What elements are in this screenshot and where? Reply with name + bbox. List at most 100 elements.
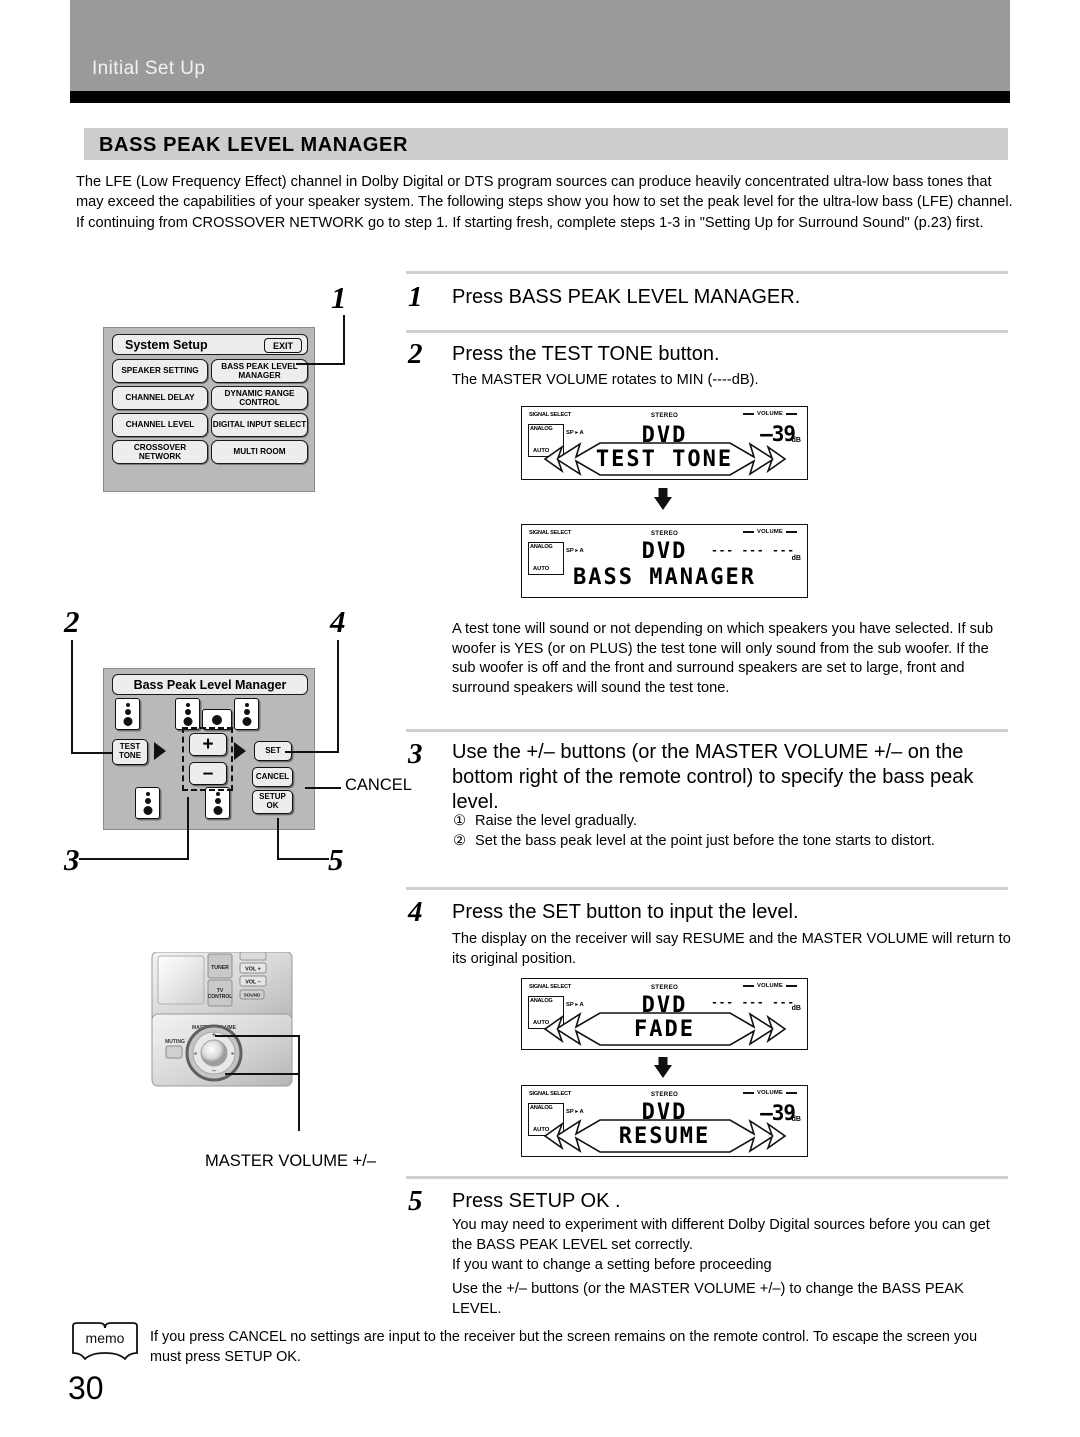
volume-dash-right bbox=[786, 413, 797, 415]
analog-label: ANALOG bbox=[530, 426, 553, 432]
display-bass-manager: SIGNAL SELECT ANALOG AUTO SP ▸ A STEREO … bbox=[521, 524, 808, 598]
memo-icon: memo bbox=[69, 1322, 141, 1364]
page-header-title: Initial Set Up bbox=[92, 58, 206, 79]
source-name: DVD bbox=[641, 539, 688, 564]
step-3-heading: Use the +/– buttons (or the MASTER VOLUM… bbox=[452, 741, 974, 813]
volume-label: VOLUME bbox=[757, 983, 783, 989]
exit-button[interactable]: EXIT bbox=[264, 338, 302, 353]
system-setup-title-label: System Setup bbox=[125, 338, 208, 352]
master-volume-caption: MASTER VOLUME +/– bbox=[205, 1152, 377, 1170]
svg-text:–: – bbox=[212, 1066, 217, 1075]
photo-leader-line-right bbox=[298, 1035, 300, 1074]
db-unit-label: dB bbox=[791, 1116, 801, 1123]
volume-indicator: VOLUME bbox=[743, 1090, 797, 1096]
auto-label: AUTO bbox=[533, 566, 550, 572]
flow-arrow-1 bbox=[654, 497, 672, 510]
db-unit-label: dB bbox=[791, 437, 801, 444]
step-2-heading: Press the TEST TONE button. bbox=[452, 343, 720, 365]
volume-indicator: VOLUME bbox=[743, 529, 797, 535]
svg-text:MUTING: MUTING bbox=[165, 1039, 185, 1045]
channel-delay-button[interactable]: CHANNEL DELAY bbox=[112, 386, 208, 410]
volume-dash-left bbox=[743, 413, 754, 415]
signal-select-label: SIGNAL SELECT bbox=[529, 1091, 572, 1097]
bass-peak-level-manager-button[interactable]: BASS PEAK LEVEL MANAGER bbox=[211, 359, 308, 383]
step-3-number: 3 bbox=[408, 738, 423, 770]
memo-text: If you press CANCEL no settings are inpu… bbox=[150, 1329, 978, 1365]
volume-label: VOLUME bbox=[757, 411, 783, 417]
speaker-icon-front-left bbox=[115, 698, 140, 730]
callout-line-1-vertical bbox=[343, 315, 345, 364]
display-message: FADE bbox=[634, 1017, 695, 1042]
svg-text:◂: ◂ bbox=[193, 1051, 196, 1057]
callout-number-4: 4 bbox=[330, 604, 346, 639]
callout-line-cancel bbox=[305, 787, 341, 789]
callout-number-1: 1 bbox=[331, 280, 347, 315]
list-text: Raise the level gradually. bbox=[475, 813, 637, 829]
remote-bass-peak-panel: Bass Peak Level Manager TEST TONE + – SE… bbox=[103, 668, 315, 830]
volume-dash-left bbox=[743, 985, 754, 987]
analog-label: ANALOG bbox=[530, 1105, 553, 1111]
step-5-subtext-1: You may need to experiment with differen… bbox=[452, 1217, 990, 1253]
callout-line-2-horizontal bbox=[71, 752, 112, 754]
callout-line-4-vertical bbox=[337, 640, 339, 752]
volume-level-value: --- --- --- bbox=[711, 996, 795, 1009]
digital-input-select-button[interactable]: DIGITAL INPUT SELECT bbox=[211, 413, 308, 437]
photo-leader-line-down bbox=[298, 1073, 300, 1131]
step-1-divider bbox=[406, 271, 1008, 274]
analog-label: ANALOG bbox=[530, 544, 553, 550]
channel-level-button[interactable]: CHANNEL LEVEL bbox=[112, 413, 208, 437]
crossover-network-button[interactable]: CROSSOVER NETWORK bbox=[112, 440, 208, 464]
speaker-a-label: SP ▸ A bbox=[566, 1002, 584, 1008]
step-5-subtext-2: If you want to change a setting before p… bbox=[452, 1257, 772, 1273]
volume-dash-left bbox=[743, 1092, 754, 1094]
list-item: ① Raise the level gradually. bbox=[452, 812, 1012, 832]
system-setup-titlebar: System Setup EXIT bbox=[112, 334, 308, 355]
signal-select-label: SIGNAL SELECT bbox=[529, 412, 572, 418]
speaker-a-label: SP ▸ A bbox=[566, 1109, 584, 1115]
remote-panel-title-label: Bass Peak Level Manager bbox=[133, 677, 287, 692]
photo-leader-line-top bbox=[215, 1035, 300, 1037]
dynamic-range-control-button[interactable]: DYNAMIC RANGE CONTROL bbox=[211, 386, 308, 410]
volume-label: VOLUME bbox=[757, 1090, 783, 1096]
section-title: BASS PEAK LEVEL MANAGER bbox=[99, 134, 409, 156]
speaker-setting-button[interactable]: SPEAKER SETTING bbox=[112, 359, 208, 383]
speaker-icon-front-right bbox=[234, 698, 259, 730]
step-4-subtext: The display on the receiver will say RES… bbox=[452, 931, 1011, 967]
step-1-number: 1 bbox=[408, 281, 423, 313]
callout-number-5: 5 bbox=[328, 842, 344, 877]
callout-line-5-vertical bbox=[277, 818, 279, 859]
flow-arrow-2 bbox=[654, 1065, 672, 1078]
volume-level-value: --- --- --- bbox=[711, 544, 795, 557]
speaker-icon-surround-left bbox=[135, 787, 160, 819]
volume-dash-right bbox=[786, 531, 797, 533]
volume-indicator: VOLUME bbox=[743, 411, 797, 417]
volume-label: VOLUME bbox=[757, 529, 783, 535]
display-test-tone: SIGNAL SELECT ANALOG AUTO SP ▸ A STEREO … bbox=[521, 406, 808, 480]
arrow-right-icon-1 bbox=[154, 742, 166, 760]
multi-room-button[interactable]: MULTI ROOM bbox=[211, 440, 308, 464]
callout-line-3-horizontal bbox=[79, 858, 189, 860]
callout-label-cancel: CANCEL bbox=[345, 776, 412, 794]
callout-line-4-horizontal bbox=[285, 751, 339, 753]
volume-dash-right bbox=[786, 1092, 797, 1094]
cancel-button[interactable]: CANCEL bbox=[252, 767, 293, 787]
minus-button[interactable]: – bbox=[189, 762, 227, 785]
page-header-band bbox=[70, 0, 1010, 91]
analog-auto-box: ANALOG AUTO bbox=[528, 542, 564, 575]
callout-number-2: 2 bbox=[64, 604, 80, 639]
step-3-divider bbox=[406, 729, 1008, 732]
callout-line-3-vertical bbox=[187, 797, 189, 859]
test-tone-button[interactable]: TEST TONE bbox=[112, 739, 148, 765]
stereo-indicator: STEREO bbox=[650, 1091, 679, 1098]
remote-panel-titlebar: Bass Peak Level Manager bbox=[112, 674, 308, 695]
list-marker: ② bbox=[452, 832, 467, 849]
setup-ok-button[interactable]: SETUP OK bbox=[252, 790, 293, 814]
svg-text:SOUND: SOUND bbox=[244, 993, 261, 998]
display-resume: SIGNAL SELECT ANALOG AUTO SP ▸ A STEREO … bbox=[521, 1085, 808, 1157]
callout-number-3a: 3 bbox=[64, 842, 80, 877]
step-5-heading: Press SETUP OK . bbox=[452, 1190, 621, 1212]
speaker-icon-center-left bbox=[175, 698, 200, 730]
remote-control-photo: TUNER TV CONTROL VOL + VOL – SOUND MASTE… bbox=[148, 951, 300, 1127]
plus-button[interactable]: + bbox=[189, 733, 227, 756]
callout-line-1-horizontal bbox=[296, 363, 345, 365]
